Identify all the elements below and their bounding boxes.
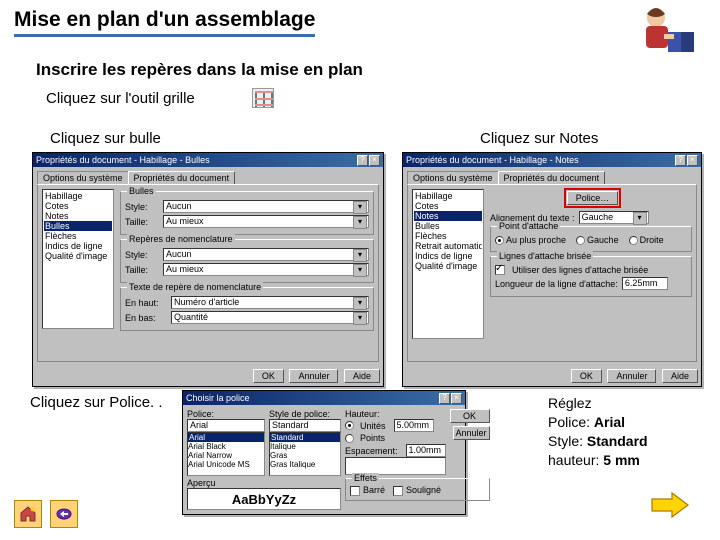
reader-illustration bbox=[628, 4, 698, 60]
ok-button[interactable]: OK bbox=[253, 369, 284, 383]
dialog-font-titlebar: Choisir la police ? × bbox=[183, 391, 465, 405]
dialog-notes-titlebar: Propriétés du document - Habillage - Not… bbox=[403, 153, 701, 167]
help-icon[interactable]: ? bbox=[675, 155, 686, 166]
radio-droite[interactable] bbox=[629, 236, 638, 245]
checkbox-souligne[interactable] bbox=[393, 486, 403, 496]
height-label: Hauteur: bbox=[345, 409, 446, 419]
help-icon[interactable]: ? bbox=[357, 155, 368, 166]
cancel-button[interactable]: Annuler bbox=[607, 369, 656, 383]
dialog-notes: Propriétés du document - Habillage - Not… bbox=[402, 152, 702, 387]
align-select[interactable]: Gauche bbox=[579, 211, 649, 224]
group-texte-repere: Texte de repère de nomenclature En haut:… bbox=[120, 287, 374, 331]
dialog-bulles-title: Propriétés du document - Habillage - Bul… bbox=[36, 155, 210, 165]
instruction-settings: Réglez Police: Arial Style: Standard hau… bbox=[548, 394, 648, 470]
help-button[interactable]: Aide bbox=[662, 369, 698, 383]
close-icon[interactable]: × bbox=[687, 155, 698, 166]
bulles-style-select[interactable]: Aucun bbox=[163, 200, 369, 213]
ok-button[interactable]: OK bbox=[571, 369, 602, 383]
texte-haut-select[interactable]: Numéro d'article bbox=[171, 296, 369, 309]
close-icon[interactable]: × bbox=[451, 393, 462, 404]
police-button[interactable]: Police… bbox=[567, 191, 619, 205]
style-label: Style de police: bbox=[269, 409, 341, 419]
tab-options-systeme[interactable]: Options du système bbox=[37, 171, 129, 184]
bulles-taille-select[interactable]: Au mieux bbox=[163, 215, 369, 228]
font-preview: AaBbYyZz bbox=[187, 488, 341, 510]
font-list[interactable]: Arial Arial Black Arial Narrow Arial Uni… bbox=[187, 432, 265, 476]
dialog-notes-title: Propriétés du document - Habillage - Not… bbox=[406, 155, 579, 165]
label-notes: Cliquez sur Notes bbox=[480, 130, 598, 147]
radio-gauche[interactable] bbox=[576, 236, 585, 245]
font-label: Police: bbox=[187, 409, 265, 419]
close-icon[interactable]: × bbox=[369, 155, 380, 166]
group-bulles: Bulles Style:Aucun Taille:Au mieux bbox=[120, 191, 374, 235]
page-title: Mise en plan d'un assemblage bbox=[14, 8, 315, 37]
help-button[interactable]: Aide bbox=[344, 369, 380, 383]
checkbox-barre[interactable] bbox=[350, 486, 360, 496]
section-subtitle: Inscrire les repères dans la mise en pla… bbox=[36, 60, 363, 80]
cancel-button[interactable]: Annuler bbox=[289, 369, 338, 383]
next-arrow-icon[interactable] bbox=[650, 491, 690, 524]
instruction-grille: Cliquez sur l'outil grille bbox=[46, 90, 195, 107]
spacing-input[interactable]: 1.00mm bbox=[406, 444, 446, 457]
reperes-taille-select[interactable]: Au mieux bbox=[163, 263, 369, 276]
group-reperes: Repères de nomenclature Style:Aucun Tail… bbox=[120, 239, 374, 283]
home-icon[interactable] bbox=[14, 500, 42, 528]
notes-side-tree[interactable]: Habillage Cotes Notes Bulles Flèches Ret… bbox=[412, 189, 484, 339]
cancel-button[interactable]: Annuler bbox=[453, 426, 490, 440]
dialog-font: Choisir la police ? × Police: Arial Aria… bbox=[182, 390, 466, 515]
reperes-style-select[interactable]: Aucun bbox=[163, 248, 369, 261]
radio-points[interactable] bbox=[345, 434, 354, 443]
group-lignes-brisee: Lignes d'attache brisée Utiliser des lig… bbox=[490, 256, 692, 297]
style-input[interactable]: Standard bbox=[269, 419, 341, 432]
checkbox-utiliser-brisee[interactable] bbox=[495, 265, 505, 275]
group-point-attache: Point d'attache Au plus proche Gauche Dr… bbox=[490, 226, 692, 252]
tab-options-systeme[interactable]: Options du système bbox=[407, 171, 499, 184]
label-bulle: Cliquez sur bulle bbox=[50, 130, 161, 147]
ok-button[interactable]: OK bbox=[450, 409, 490, 423]
dialog-font-title: Choisir la police bbox=[186, 393, 250, 403]
radio-unites[interactable] bbox=[345, 421, 354, 430]
back-icon[interactable] bbox=[50, 500, 78, 528]
dialog-bulles: Propriétés du document - Habillage - Bul… bbox=[32, 152, 384, 387]
longueur-input[interactable]: 6.25mm bbox=[622, 277, 668, 290]
dialog-bulles-titlebar: Propriétés du document - Habillage - Bul… bbox=[33, 153, 383, 167]
help-icon[interactable]: ? bbox=[439, 393, 450, 404]
label-police: Cliquez sur Police. . bbox=[30, 394, 163, 411]
radio-plus-proche[interactable] bbox=[495, 236, 504, 245]
height-input[interactable]: 5.00mm bbox=[394, 419, 434, 432]
texte-bas-select[interactable]: Quantité bbox=[171, 311, 369, 324]
tab-proprietes-document[interactable]: Propriétés du document bbox=[498, 171, 606, 184]
bulles-side-tree[interactable]: Habillage Cotes Notes Bulles Flèches Ind… bbox=[42, 189, 114, 329]
style-list[interactable]: Standard Italique Gras Gras Italique bbox=[269, 432, 341, 476]
grid-tool-icon bbox=[252, 88, 274, 108]
tab-proprietes-document[interactable]: Propriétés du document bbox=[128, 171, 236, 184]
font-input[interactable]: Arial bbox=[187, 419, 265, 432]
group-effets: Effets Barré Souligné bbox=[345, 478, 490, 501]
preview-label: Aperçu bbox=[187, 478, 341, 488]
